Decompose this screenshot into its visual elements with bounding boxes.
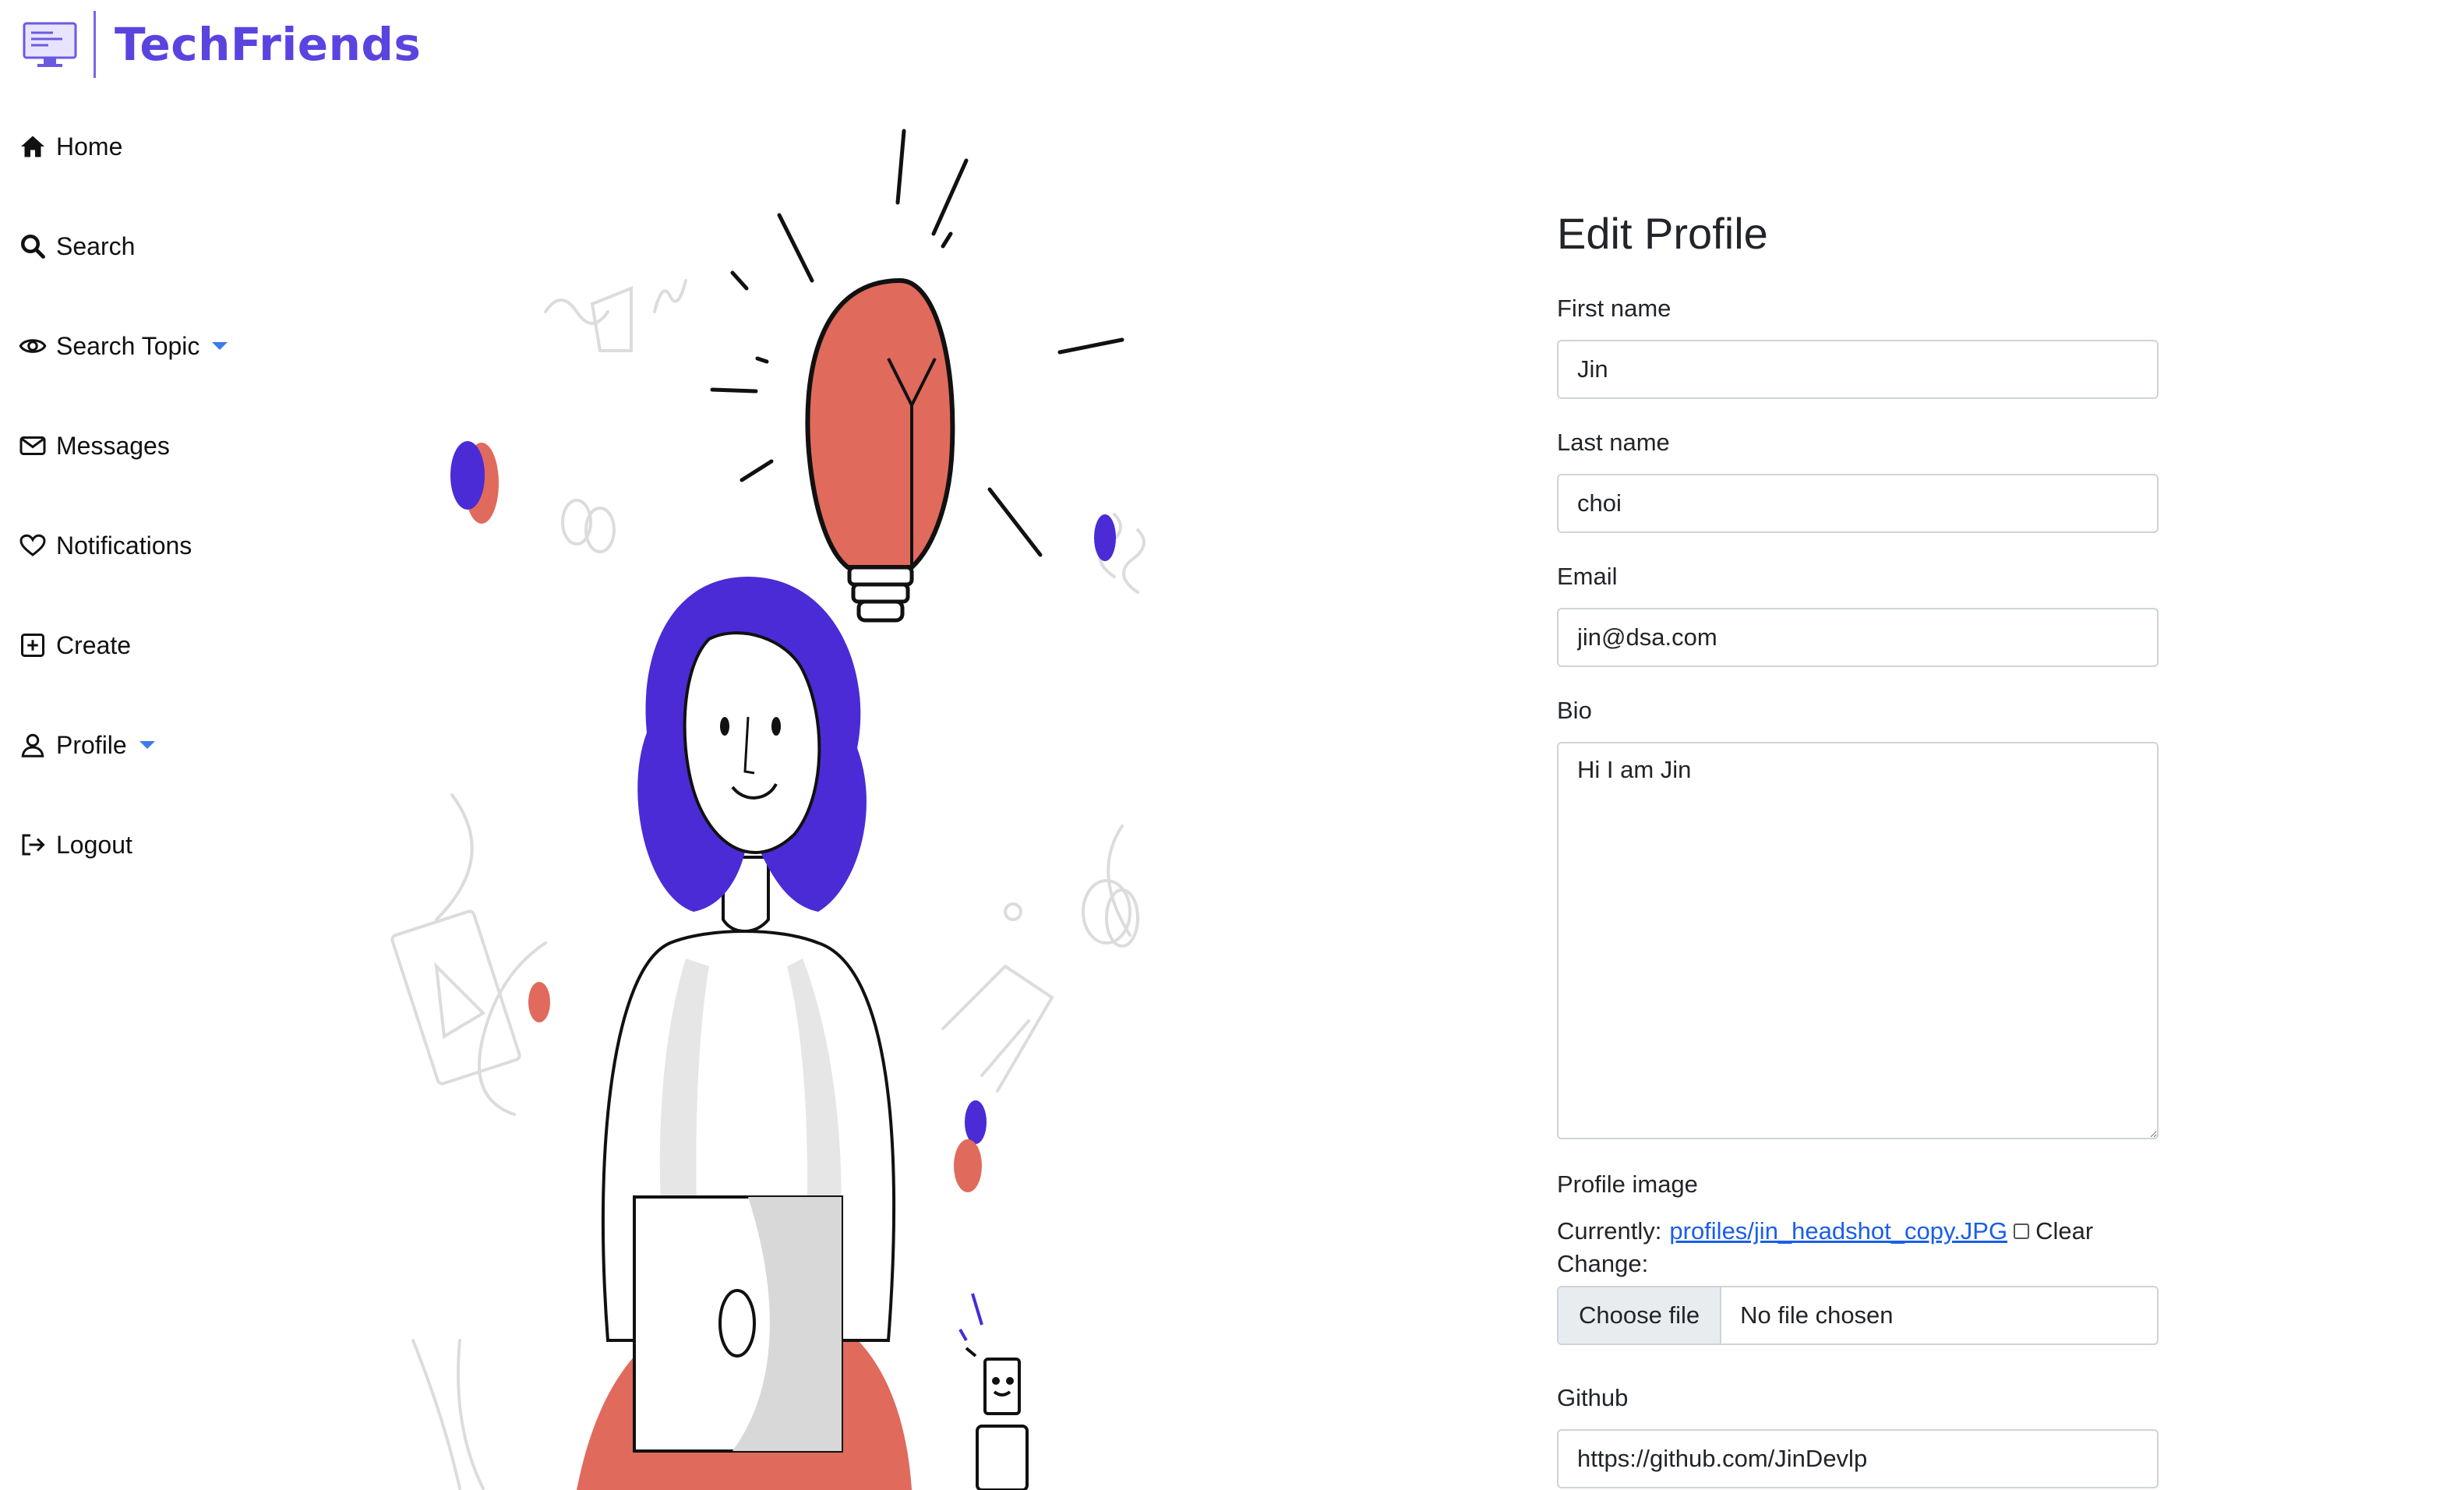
sidebar-item-search-topic[interactable]: Search Topic xyxy=(17,323,228,369)
first-name-field: First name xyxy=(1557,295,2159,399)
heart-icon xyxy=(17,530,48,561)
brand-name[interactable]: TechFriends xyxy=(115,18,421,71)
person-icon xyxy=(17,729,48,761)
plus-square-icon xyxy=(17,630,48,661)
sidebar-item-label: Logout xyxy=(56,830,132,859)
sidebar-item-label: Create xyxy=(56,630,132,659)
github-field: Github xyxy=(1557,1384,2159,1488)
email-field: Email xyxy=(1557,563,2159,667)
profile-image-field: Profile image Currently: profiles/jin_he… xyxy=(1557,1170,2159,1345)
edit-profile-form: Edit Profile First name Last name Email … xyxy=(1557,203,2159,1488)
computer-monitor-icon xyxy=(23,22,77,67)
clear-label: Clear xyxy=(2035,1217,2094,1245)
envelope-icon xyxy=(17,430,48,461)
file-upload-input[interactable]: Choose file No file chosen xyxy=(1557,1286,2159,1345)
page-title: Edit Profile xyxy=(1557,209,1768,258)
email-label: Email xyxy=(1557,563,1618,590)
file-status-text: No file chosen xyxy=(1740,1301,1894,1329)
sidebar-item-label: Search Topic xyxy=(56,331,200,360)
first-name-label: First name xyxy=(1557,295,1671,322)
change-label: Change: xyxy=(1557,1250,1649,1277)
last-name-field: Last name xyxy=(1557,429,2159,533)
github-input[interactable] xyxy=(1557,1429,2159,1488)
hero-illustration xyxy=(390,129,1146,1490)
sidebar-item-create[interactable]: Create xyxy=(17,622,131,669)
bio-textarea[interactable]: Hi I am Jin xyxy=(1557,742,2159,1139)
sidebar-item-label: Profile xyxy=(56,730,127,759)
sidebar-item-label: Search xyxy=(56,231,136,260)
robot-figure xyxy=(958,1293,1029,1490)
sidebar-item-messages[interactable]: Messages xyxy=(17,422,170,469)
brand-header[interactable]: TechFriends xyxy=(22,9,421,79)
eye-icon xyxy=(17,330,48,362)
sidebar-item-notifications[interactable]: Notifications xyxy=(17,522,192,569)
profile-image-label: Profile image xyxy=(1557,1170,1698,1198)
sidebar-item-home[interactable]: Home xyxy=(17,123,122,170)
sidebar-item-label: Notifications xyxy=(56,531,192,560)
last-name-label: Last name xyxy=(1557,429,1670,456)
sidebar-item-search[interactable]: Search xyxy=(17,223,135,270)
last-name-input[interactable] xyxy=(1557,474,2159,533)
email-input[interactable] xyxy=(1557,608,2159,667)
home-icon xyxy=(17,131,48,162)
choose-file-button[interactable]: Choose file xyxy=(1559,1287,1722,1343)
bio-field: Bio Hi I am Jin xyxy=(1557,697,2159,1139)
search-icon xyxy=(17,231,48,262)
lightbulb-icon xyxy=(710,129,1124,623)
clear-checkbox[interactable] xyxy=(2014,1223,2030,1239)
current-image-link[interactable]: profiles/jin_headshot_copy.JPG xyxy=(1669,1217,2007,1245)
currently-label: Currently: xyxy=(1557,1217,1662,1245)
sidebar-item-label: Messages xyxy=(56,431,170,460)
bio-label: Bio xyxy=(1557,697,1592,724)
sidebar-item-profile[interactable]: Profile xyxy=(17,722,155,768)
brand-divider xyxy=(94,11,96,78)
sidebar-item-label: Home xyxy=(56,132,123,161)
chevron-down-icon xyxy=(212,342,228,350)
github-label: Github xyxy=(1557,1384,1629,1411)
first-name-input[interactable] xyxy=(1557,340,2159,399)
woman-figure xyxy=(577,577,912,1490)
current-image-line: Currently: profiles/jin_headshot_copy.JP… xyxy=(1557,1217,2159,1245)
logout-icon xyxy=(17,829,48,860)
chevron-down-icon xyxy=(139,741,155,749)
sidebar-item-logout[interactable]: Logout xyxy=(17,821,132,868)
